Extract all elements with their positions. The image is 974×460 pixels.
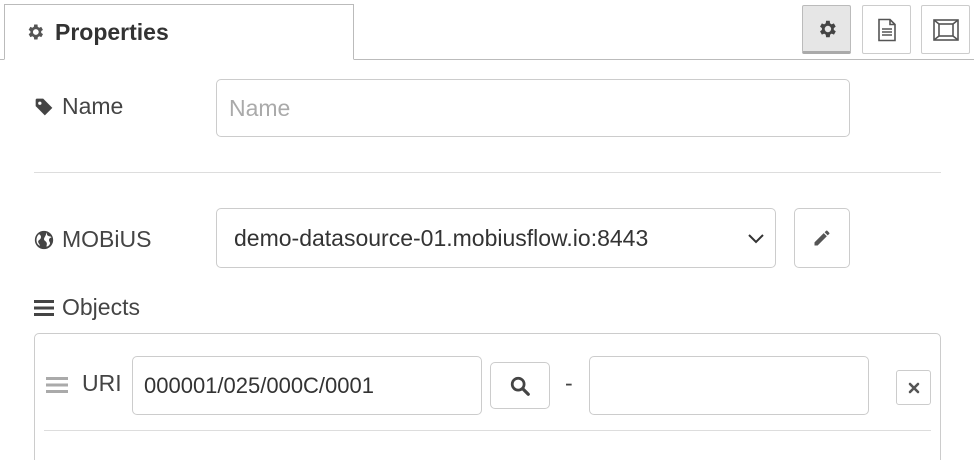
- tab-bar: Properties: [0, 0, 974, 60]
- settings-tab-button[interactable]: [802, 5, 851, 54]
- pencil-icon: [814, 230, 830, 246]
- separator-dash: -: [565, 370, 573, 396]
- tab-properties-label: Properties: [55, 18, 169, 45]
- description-tab-button[interactable]: [862, 5, 911, 54]
- document-icon: [877, 18, 896, 41]
- uri-input[interactable]: 000001/025/000C/0001: [132, 356, 482, 415]
- uri-label: URI: [82, 370, 122, 396]
- appearance-tab-button[interactable]: [921, 5, 970, 54]
- name-row-label: Name: [34, 93, 123, 120]
- list-icon: [34, 299, 54, 316]
- objects-row-label: Objects: [34, 294, 140, 321]
- mobius-select-value: demo-datasource-01.mobiusflow.io:8443: [234, 224, 649, 251]
- frame-icon: [932, 18, 959, 41]
- mobius-label: MOBiUS: [62, 226, 152, 252]
- chevron-down-icon: [748, 234, 764, 244]
- section-divider: [34, 172, 941, 173]
- row-divider: [44, 430, 931, 431]
- drag-handle-icon[interactable]: [46, 376, 68, 394]
- remove-row-button[interactable]: [896, 370, 931, 405]
- search-icon: [510, 376, 530, 396]
- gear-icon: [819, 20, 836, 37]
- mobius-row-label: MOBiUS: [34, 226, 151, 253]
- edit-mobius-button[interactable]: [794, 208, 850, 268]
- gear-icon: [28, 24, 43, 40]
- search-uri-button[interactable]: [490, 362, 550, 409]
- tag-icon: [35, 98, 53, 115]
- tab-properties[interactable]: Properties: [4, 4, 354, 60]
- name-input[interactable]: [216, 79, 850, 137]
- mobius-select[interactable]: demo-datasource-01.mobiusflow.io:8443: [216, 208, 776, 268]
- name-label: Name: [62, 93, 124, 119]
- uri-value: 000001/025/000C/0001: [144, 372, 374, 398]
- globe-icon: [34, 230, 54, 249]
- close-icon: [908, 382, 919, 393]
- objects-label: Objects: [62, 294, 140, 320]
- property-input[interactable]: [589, 356, 869, 415]
